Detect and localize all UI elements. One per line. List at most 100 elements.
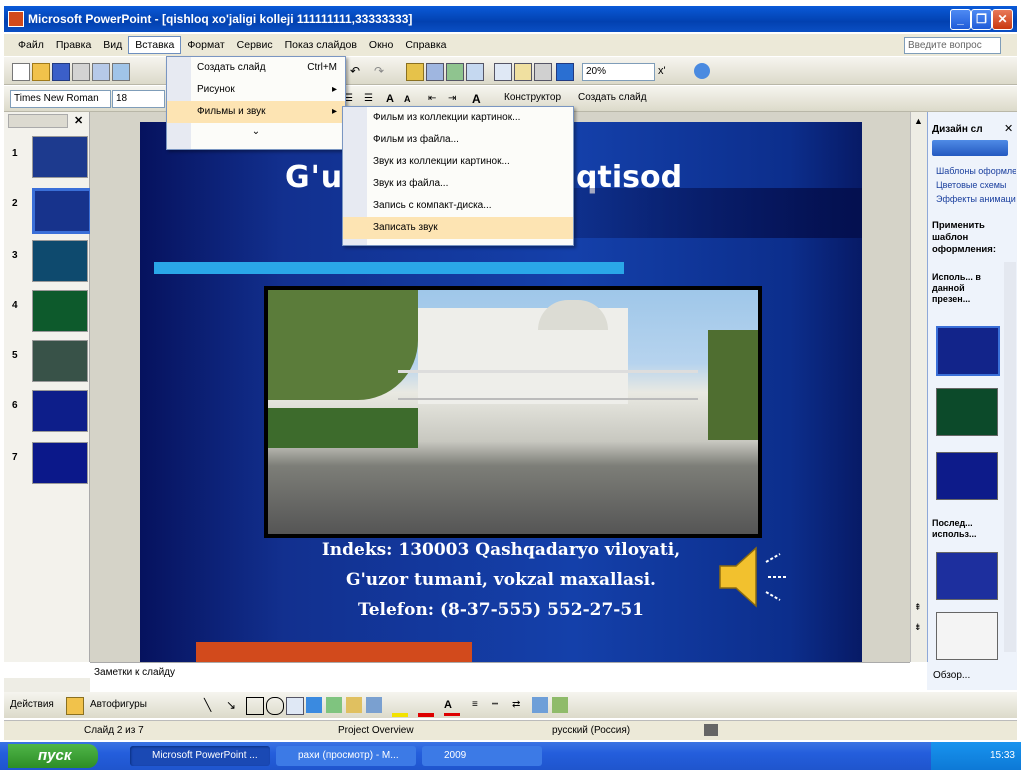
design-template-thumb[interactable] [936,452,998,500]
textbox-icon[interactable] [494,63,512,81]
minimize-button[interactable]: _ [950,9,971,30]
line-color-icon[interactable] [418,697,434,717]
menu-help[interactable]: Справка [399,37,452,53]
font-name-select[interactable]: Times New Roman [10,90,111,108]
hyperlink-icon[interactable] [466,63,484,81]
textbox-icon[interactable] [286,697,304,715]
maximize-button[interactable]: ❐ [971,9,992,30]
decrease-font-icon[interactable]: A [404,91,420,107]
menu-item-picture[interactable]: Рисунок ▸ [167,79,345,101]
zoom-select[interactable]: 20% [582,63,655,81]
arrow-style-icon[interactable]: ⇄ [512,697,528,713]
menu-item-record-sound[interactable]: Записать звук [343,217,573,239]
menu-expand-chevron-icon[interactable]: ⌄ [167,123,345,141]
arrow-icon[interactable]: ↘ [226,697,242,713]
menu-file[interactable]: Файл [12,37,50,53]
chart-icon[interactable] [406,63,424,81]
draw-actions-menu[interactable]: Действия [10,699,54,710]
oval-icon[interactable] [266,697,284,715]
slide-thumbnail-selected[interactable] [32,188,92,234]
taskbar-item-powerpoint[interactable]: Microsoft PowerPoint ... [130,746,270,766]
spelling-icon[interactable] [112,63,130,81]
college-photo[interactable] [264,286,762,538]
speaker-icon[interactable] [714,542,794,612]
grid-icon[interactable] [534,63,552,81]
design-template-thumb[interactable] [936,612,998,660]
notes-pane[interactable]: Заметки к слайду [90,662,910,690]
menu-view[interactable]: Вид [97,37,128,53]
design-template-thumb[interactable] [936,326,1000,376]
wordart-icon[interactable] [306,697,322,713]
menu-format[interactable]: Формат [181,37,230,53]
new-slide-button[interactable]: Создать слайд [578,92,647,103]
close-button[interactable]: ✕ [992,9,1013,30]
slides-tab[interactable] [8,114,68,128]
table-icon[interactable] [426,63,444,81]
line-icon[interactable]: ╲ [204,697,220,713]
slide-thumbnail[interactable] [32,442,88,484]
previous-slide-icon[interactable]: ⇞ [914,602,922,613]
new-icon[interactable] [12,63,30,81]
redo-icon[interactable]: ↷ [374,63,390,79]
help-icon[interactable]: x' [658,63,674,79]
task-pane-title[interactable]: Дизайн сл [932,124,983,135]
scroll-up-icon[interactable]: ▲ [914,116,923,126]
clipart-icon[interactable] [346,697,362,713]
slide-thumbnail[interactable] [32,240,88,282]
view-buttons[interactable] [4,678,90,692]
diagram-icon[interactable] [326,697,342,713]
taskbar-item-viewer[interactable]: рахи (просмотр) - М... [276,746,416,766]
rectangle-icon[interactable] [246,697,264,715]
design-button[interactable]: Конструктор [504,92,561,103]
slide-thumbnail[interactable] [32,290,88,332]
menu-item-new-slide[interactable]: Создать слайд Ctrl+M [167,57,345,79]
select-objects-icon[interactable] [66,697,84,715]
increase-font-icon[interactable]: A [386,91,402,107]
assistant-icon[interactable] [694,63,710,79]
print-icon[interactable] [72,63,90,81]
task-pane-close-icon[interactable]: ✕ [1004,122,1013,135]
font-color-icon[interactable]: A [444,697,460,716]
color-grayscale-icon[interactable] [556,63,574,81]
close-pane-icon[interactable]: ✕ [74,114,83,127]
preview-icon[interactable] [92,63,110,81]
menu-item-sound-clipart[interactable]: Звук из коллекции картинок... [343,151,573,173]
decrease-indent-icon[interactable]: ⇤ [428,91,444,107]
menu-window[interactable]: Окно [363,37,399,53]
wordart-icon[interactable] [514,63,532,81]
menu-slideshow[interactable]: Показ слайдов [279,37,363,53]
3d-icon[interactable] [552,697,568,713]
design-templates-link[interactable]: Шаблоны оформления [936,166,1016,176]
design-template-thumb[interactable] [936,552,998,600]
slide-thumbnail[interactable] [32,340,88,382]
menu-item-movie-file[interactable]: Фильм из файла... [343,129,573,151]
slide-thumbnail[interactable] [32,390,88,432]
slide-thumbnail[interactable] [32,136,88,178]
start-button[interactable]: пуск [8,744,98,768]
autoshapes-menu[interactable]: Автофигуры [90,699,147,710]
picture-icon[interactable] [366,697,382,713]
undo-icon[interactable]: ↶ [350,63,366,79]
dash-style-icon[interactable]: ┅ [492,697,508,713]
line-style-icon[interactable]: ≡ [472,697,488,713]
menu-item-movies-sounds[interactable]: Фильмы и звук ▸ [167,101,345,123]
bullets-icon[interactable]: ☰ [364,91,380,107]
increase-indent-icon[interactable]: ⇥ [448,91,464,107]
open-icon[interactable] [32,63,50,81]
color-schemes-link[interactable]: Цветовые схемы [936,180,1016,190]
menu-insert[interactable]: Вставка [128,36,182,54]
save-icon[interactable] [52,63,70,81]
shadow-icon[interactable] [532,697,548,713]
menu-item-sound-file[interactable]: Звук из файла... [343,173,573,195]
clock[interactable]: 15:33 [990,750,1015,761]
tables-icon[interactable] [446,63,464,81]
task-pane-nav[interactable] [932,140,1008,156]
menu-item-cd-audio[interactable]: Запись с компакт-диска... [343,195,573,217]
fill-color-icon[interactable] [392,697,408,717]
font-size-select[interactable]: 18 [112,90,165,108]
menu-edit[interactable]: Правка [50,37,97,53]
numbering-icon[interactable]: ☰ [344,91,360,107]
animation-schemes-link[interactable]: Эффекты анимации [936,194,1016,204]
slide-scrollbar[interactable]: ▲ ⇞ ⇟ [910,112,927,662]
taskbar-item-folder[interactable]: 2009 [422,746,542,766]
